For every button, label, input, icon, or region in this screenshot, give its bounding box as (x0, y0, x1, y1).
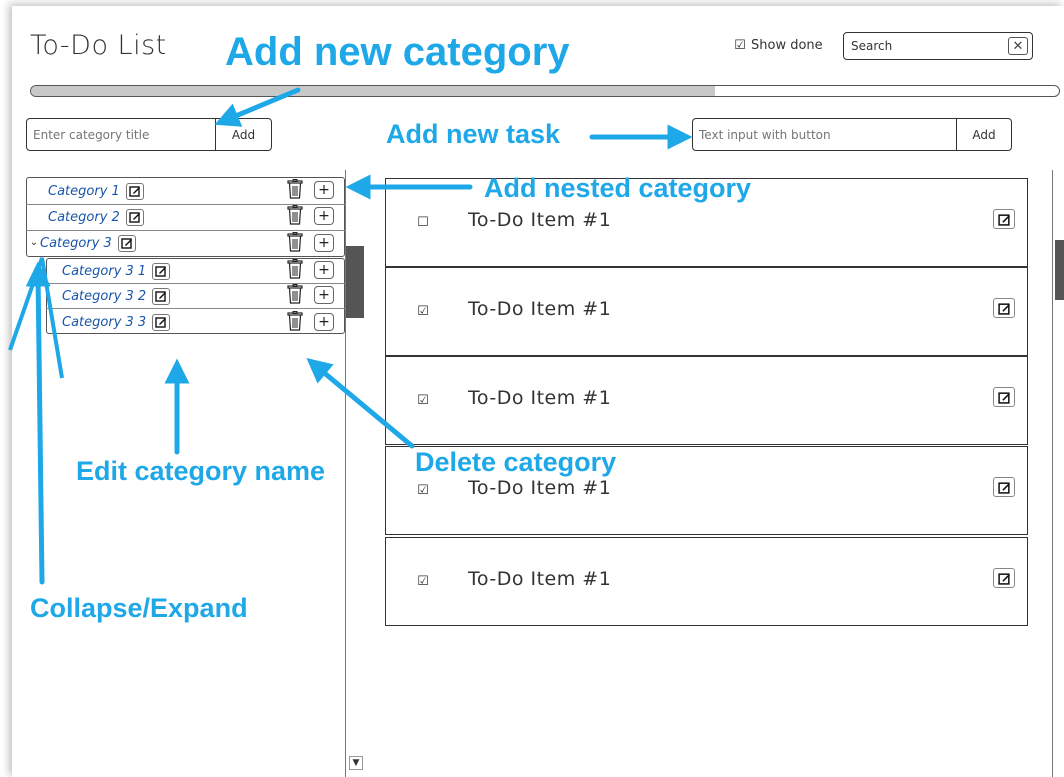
scrollbar-thumb[interactable] (346, 246, 364, 318)
edit-icon[interactable] (993, 477, 1015, 497)
add-subcategory-button[interactable]: + (314, 181, 334, 199)
edit-icon[interactable] (993, 209, 1015, 229)
show-done-label: Show done (751, 38, 823, 53)
category-item[interactable]: Category 3 1 (62, 259, 171, 283)
edit-icon[interactable] (117, 234, 136, 252)
checkbox-checked-icon[interactable]: ☑ (734, 39, 746, 52)
category-label[interactable]: Category 3 (40, 236, 112, 251)
add-subcategory-button[interactable]: + (314, 261, 334, 279)
search-box[interactable]: ✕ (843, 32, 1033, 60)
checkbox-checked-icon[interactable]: ☑ (416, 574, 430, 589)
checkbox-checked-icon[interactable]: ☑ (416, 393, 430, 408)
annotation-add-new-category: Add new category (225, 30, 570, 74)
annotation-collapse-expand: Collapse/Expand (30, 593, 248, 623)
trash-icon[interactable] (285, 179, 305, 199)
task-input[interactable] (693, 119, 956, 150)
todo-item: ☑ To-Do Item #1 (385, 537, 1028, 626)
category-label[interactable]: Category 3 3 (62, 315, 146, 330)
checkbox-checked-icon[interactable]: ☑ (416, 304, 430, 319)
add-subcategory-button[interactable]: + (314, 234, 334, 252)
add-subcategory-button[interactable]: + (314, 286, 334, 304)
edit-icon[interactable] (152, 287, 171, 305)
trash-icon[interactable] (285, 311, 305, 331)
chevron-down-icon[interactable]: ⌄ (28, 235, 40, 249)
annotation-add-nested-category: Add nested category (484, 173, 752, 203)
add-task-button[interactable]: Add (956, 119, 1011, 150)
category-item[interactable]: Category 3 (40, 231, 136, 255)
checkbox-checked-icon[interactable]: ☑ (416, 483, 430, 498)
edit-icon[interactable] (993, 298, 1015, 318)
category-label[interactable]: Category 3 1 (62, 264, 146, 279)
edit-icon[interactable] (125, 208, 144, 226)
category-input-group: Add (26, 118, 272, 151)
scroll-down-arrow-icon[interactable]: ▼ (349, 756, 363, 770)
category-label[interactable]: Category 2 (48, 210, 120, 225)
add-subcategory-button[interactable]: + (314, 313, 334, 331)
progress-bar (30, 85, 1060, 97)
category-label[interactable]: Category 1 (48, 184, 120, 199)
edit-icon[interactable] (152, 262, 171, 280)
annotation-edit-category-name: Edit category name (76, 456, 326, 486)
trash-icon[interactable] (285, 232, 305, 252)
annotation-delete-category: Delete category (415, 447, 617, 477)
annotation-add-new-task: Add new task (386, 119, 561, 149)
row-divider (46, 308, 345, 309)
show-done-toggle[interactable]: ☑ Show done (734, 38, 823, 53)
edit-icon[interactable] (125, 182, 144, 200)
trash-icon[interactable] (285, 284, 305, 304)
category-item[interactable]: Category 3 2 (62, 284, 171, 308)
scrollbar-thumb[interactable] (1055, 240, 1064, 300)
category-item[interactable]: Category 1 (48, 179, 144, 203)
task-input-group: Add (692, 118, 1012, 151)
edit-icon[interactable] (993, 387, 1015, 407)
add-category-button[interactable]: Add (215, 119, 271, 150)
category-label[interactable]: Category 3 2 (62, 289, 146, 304)
trash-icon[interactable] (285, 259, 305, 279)
todo-text: To-Do Item #1 (468, 568, 612, 590)
edit-icon[interactable] (993, 568, 1015, 588)
todo-item: ☑ To-Do Item #1 (385, 356, 1028, 445)
todo-text: To-Do Item #1 (468, 477, 612, 499)
category-item[interactable]: Category 2 (48, 205, 144, 229)
category-title-input[interactable] (27, 119, 215, 150)
progress-fill (31, 86, 715, 96)
checkbox-unchecked-icon[interactable]: ☐ (416, 215, 430, 230)
clear-icon[interactable]: ✕ (1008, 37, 1028, 55)
todo-text: To-Do Item #1 (468, 298, 612, 320)
category-item[interactable]: Category 3 3 (62, 310, 171, 334)
app-title: To-Do List (30, 30, 167, 61)
todo-item: ☑ To-Do Item #1 (385, 267, 1028, 356)
search-input[interactable] (844, 33, 1008, 59)
todo-text: To-Do Item #1 (468, 209, 612, 231)
trash-icon[interactable] (285, 205, 305, 225)
add-subcategory-button[interactable]: + (314, 207, 334, 225)
todo-text: To-Do Item #1 (468, 387, 612, 409)
edit-icon[interactable] (152, 313, 171, 331)
